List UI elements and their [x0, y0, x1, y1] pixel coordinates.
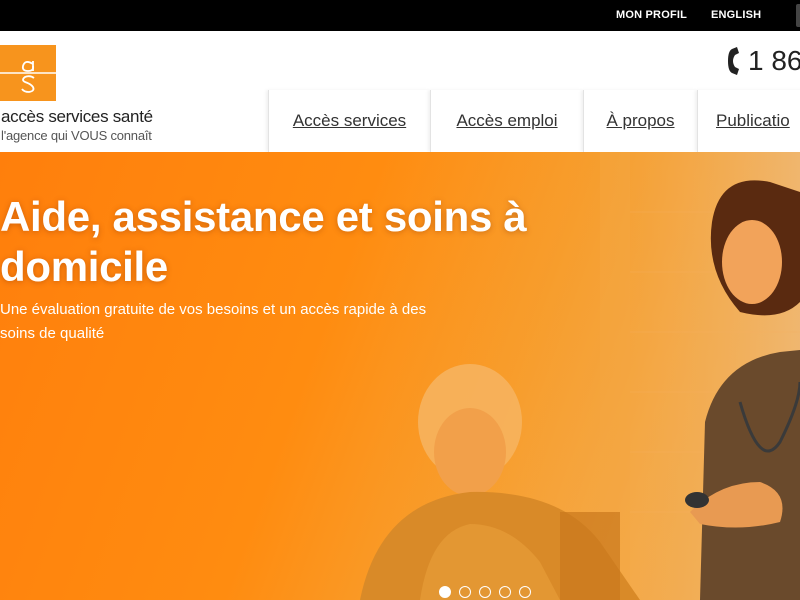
hero-banner: Aide, assistance et soins à domicile Une… — [0, 152, 800, 600]
slider-dots — [439, 586, 531, 598]
phone-number: 1 86 — [748, 45, 800, 76]
slider-dot[interactable] — [499, 586, 511, 598]
nav-item-a-propos[interactable]: À propos — [583, 90, 697, 152]
slider-dot[interactable] — [519, 586, 531, 598]
phone-contact[interactable]: 1 86 — [726, 43, 800, 79]
phone-icon — [728, 47, 739, 75]
top-bar: MON PROFIL ENGLISH — [0, 0, 800, 31]
hero-subtitle: Une évaluation gratuite de vos besoins e… — [0, 301, 427, 342]
site-header: accès services santé l'agence qui VOUS c… — [0, 31, 800, 152]
search-box-edge[interactable] — [796, 4, 800, 27]
logo-mark-icon — [0, 45, 56, 101]
brand-name: accès services santé — [1, 107, 153, 126]
nav-item-acces-emploi[interactable]: Accès emploi — [430, 90, 583, 152]
main-nav: Accès services Accès emploi À propos Pub… — [268, 90, 800, 152]
slider-dot[interactable] — [439, 586, 451, 598]
slider-dot[interactable] — [479, 586, 491, 598]
slider-dot[interactable] — [459, 586, 471, 598]
hero-title: Aide, assistance et soins à domicile — [0, 193, 527, 290]
logo[interactable] — [0, 45, 56, 101]
language-switch-link[interactable]: ENGLISH — [711, 9, 761, 21]
my-profile-link[interactable]: MON PROFIL — [616, 9, 687, 21]
nav-item-acces-services[interactable]: Accès services — [268, 90, 430, 152]
brand-tagline: l'agence qui VOUS connaît — [1, 128, 152, 143]
nav-item-publications[interactable]: Publicatio — [697, 90, 800, 152]
